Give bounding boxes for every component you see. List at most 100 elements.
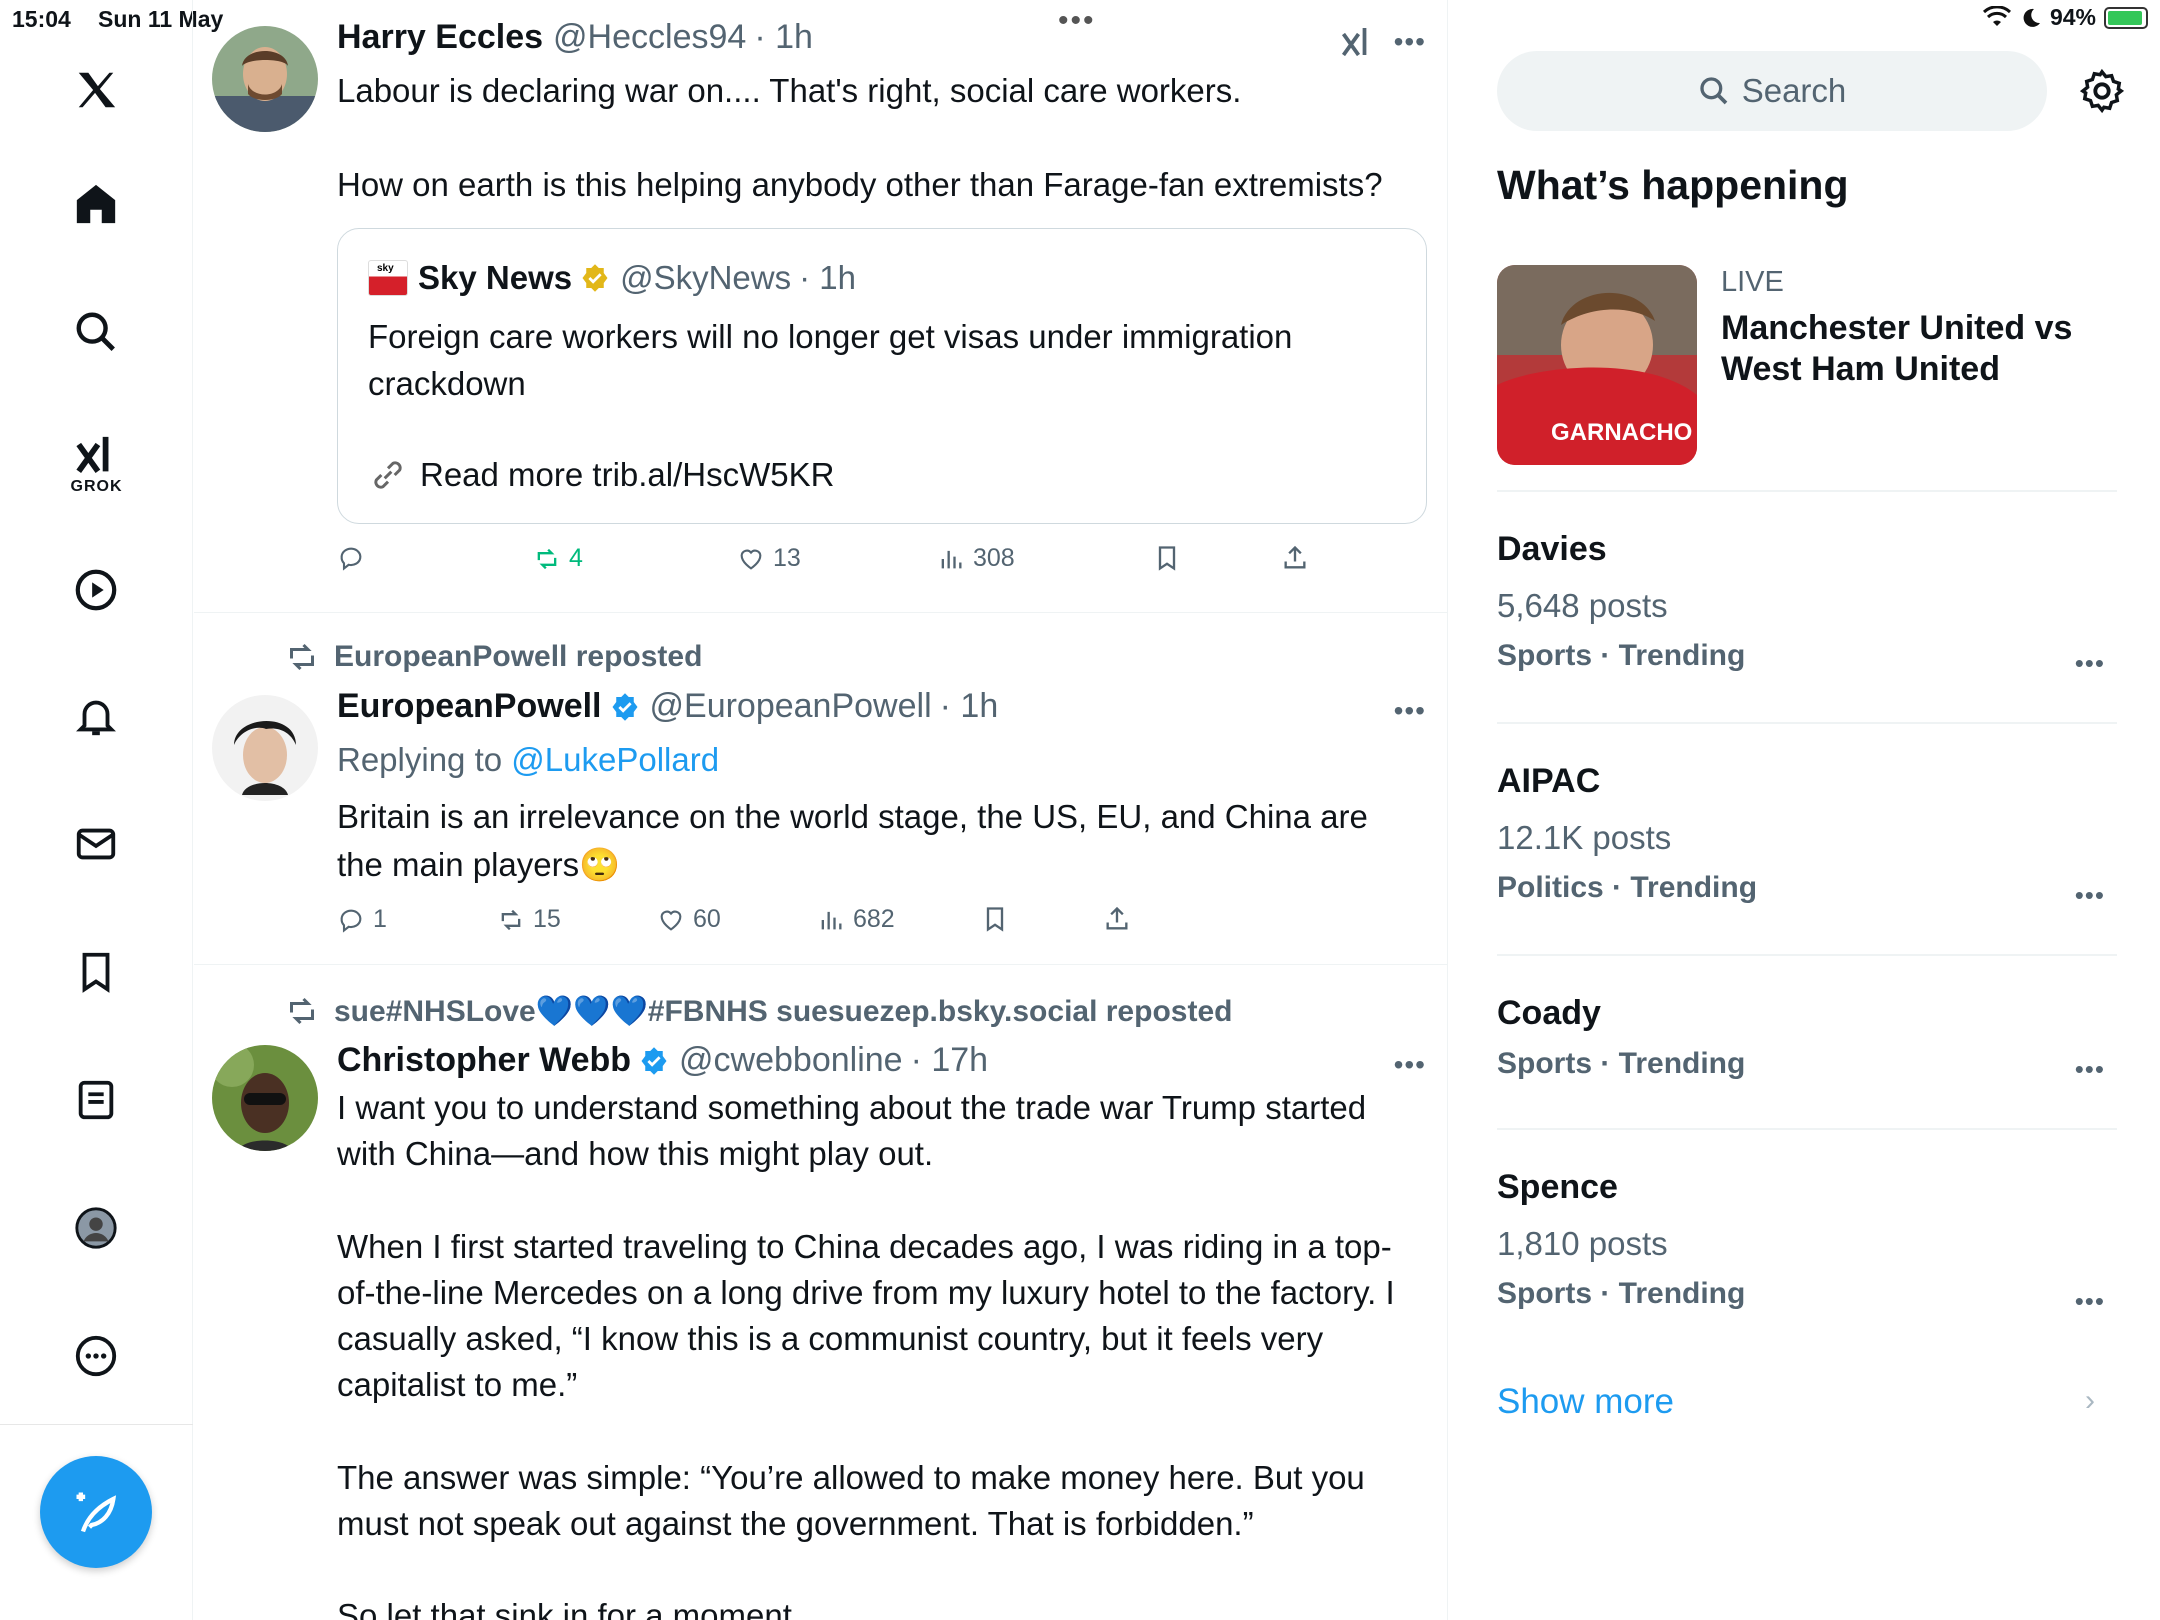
whats-happening-title: What’s happening xyxy=(1497,162,1849,208)
post-header: EuropeanPowell @EuropeanPowell · 1h xyxy=(337,687,998,726)
post-more-icon[interactable]: ••• xyxy=(1394,695,1426,727)
grok-label: GROK xyxy=(70,478,123,495)
avatar[interactable] xyxy=(212,26,318,132)
bookmark-icon xyxy=(1158,546,1176,571)
post-time[interactable]: · 1h xyxy=(940,687,999,726)
repost-icon xyxy=(537,548,557,569)
grok-explain-icon[interactable] xyxy=(1339,24,1375,62)
lists-icon[interactable] xyxy=(60,1064,132,1136)
post-text-line2: How on earth is this helping anybody oth… xyxy=(337,166,1383,203)
like-button[interactable]: 13 xyxy=(737,544,801,573)
notifications-bell-icon[interactable] xyxy=(60,680,132,752)
reply-button[interactable] xyxy=(337,544,373,572)
verified-badge-icon xyxy=(641,1046,667,1075)
more-options-icon[interactable] xyxy=(60,1320,132,1392)
repost-attribution[interactable]: sue#NHSLove💙💙💙#FBNHS suesuezep.bsky.soci… xyxy=(284,993,1232,1029)
post-more-icon[interactable]: ••• xyxy=(1394,26,1426,58)
shirt-name: GARNACHO xyxy=(1551,419,1692,446)
quoted-post-link-text: Read more trib.al/HscW5KR xyxy=(420,456,835,493)
author-name[interactable]: EuropeanPowell xyxy=(337,687,602,726)
author-handle[interactable]: @Heccles94 xyxy=(553,18,746,57)
bookmarks-icon[interactable] xyxy=(60,936,132,1008)
bookmark-button[interactable] xyxy=(981,905,1009,933)
quoted-post-text: Foreign care workers will no longer get … xyxy=(368,318,1293,402)
repost-icon xyxy=(501,909,521,930)
quoted-post-time: · 1h xyxy=(799,259,856,296)
right-sidebar: Search What’s happening GARNACHO LIVE Ma… xyxy=(1449,0,2160,1620)
post-christopher-webb[interactable]: sue#NHSLove💙💙💙#FBNHS suesuezep.bsky.soci… xyxy=(194,965,1447,1620)
share-button[interactable] xyxy=(1103,905,1131,933)
trend-more-icon[interactable]: ••• xyxy=(2075,1054,2105,1085)
repost-icon xyxy=(290,997,314,1025)
live-event-image[interactable]: GARNACHO xyxy=(1497,265,1697,465)
search-icon[interactable] xyxy=(60,296,132,368)
share-icon xyxy=(1106,906,1128,930)
repost-count: 4 xyxy=(569,544,583,572)
share-button[interactable] xyxy=(1281,544,1309,572)
heart-icon xyxy=(740,549,762,570)
replying-to-link[interactable]: @LukePollard xyxy=(511,741,719,778)
x-logo-icon[interactable] xyxy=(60,54,132,126)
nav-divider xyxy=(0,1424,193,1425)
reply-icon xyxy=(340,547,362,571)
post-actions: 1 15 60 682 xyxy=(337,905,1337,945)
author-handle[interactable]: @EuropeanPowell xyxy=(650,687,932,726)
trend-item[interactable]: Coady Sports · Trending ••• xyxy=(1497,994,2117,1084)
link-chain-icon xyxy=(374,461,402,489)
trend-item[interactable]: Davies 5,648 posts Sports · Trending ••• xyxy=(1497,530,2117,678)
search-icon xyxy=(1700,77,1728,105)
repost-button[interactable]: 15 xyxy=(497,905,561,934)
bookmark-button[interactable] xyxy=(1153,544,1181,572)
views-button[interactable]: 682 xyxy=(817,905,895,934)
video-icon[interactable] xyxy=(60,554,132,626)
quoted-post-link[interactable]: Read more trib.al/HscW5KR xyxy=(368,455,834,495)
timeline-feed: Harry Eccles @Heccles94 · 1h ••• Labour … xyxy=(194,0,1448,1620)
messages-envelope-icon[interactable] xyxy=(60,808,132,880)
live-label: LIVE xyxy=(1721,266,1784,298)
post-harry-eccles[interactable]: Harry Eccles @Heccles94 · 1h ••• Labour … xyxy=(194,0,1447,612)
share-icon xyxy=(1284,545,1306,569)
trend-more-icon[interactable]: ••• xyxy=(2075,648,2105,679)
quoted-post[interactable]: sky Sky News @SkyNews · 1h Foreign care … xyxy=(337,228,1427,524)
quoted-author-handle: @SkyNews xyxy=(620,259,792,296)
post-time[interactable]: · 17h xyxy=(911,1041,989,1080)
views-chart-icon xyxy=(821,911,842,929)
views-button[interactable]: 308 xyxy=(937,544,1015,573)
compose-feather-icon xyxy=(76,1492,117,1533)
post-europeanpowell[interactable]: EuropeanPowell reposted EuropeanPowell @… xyxy=(194,613,1447,963)
like-count: 60 xyxy=(693,905,721,933)
repost-attribution[interactable]: EuropeanPowell reposted xyxy=(284,639,702,675)
avatar[interactable] xyxy=(212,1045,318,1151)
post-more-icon[interactable]: ••• xyxy=(1394,1049,1426,1081)
trend-more-icon[interactable]: ••• xyxy=(2075,880,2105,911)
search-input[interactable]: Search xyxy=(1497,51,2047,131)
author-handle[interactable]: @cwebbonline xyxy=(679,1041,903,1080)
show-more-link[interactable]: Show more xyxy=(1497,1382,1674,1422)
trend-divider xyxy=(1497,954,2117,956)
reply-count: 1 xyxy=(373,905,387,933)
author-name[interactable]: Christopher Webb xyxy=(337,1041,631,1080)
home-icon[interactable] xyxy=(60,168,132,240)
chevron-right-icon[interactable]: › xyxy=(2085,1384,2095,1418)
avatar[interactable] xyxy=(212,695,318,801)
like-button[interactable]: 60 xyxy=(657,905,721,934)
author-name[interactable]: Harry Eccles xyxy=(337,18,543,57)
gold-verified-badge-icon xyxy=(582,264,608,292)
left-navigation: GROK xyxy=(0,0,193,1620)
trend-item[interactable]: Spence 1,810 posts Sports · Trending ••• xyxy=(1497,1168,2117,1316)
views-chart-icon xyxy=(941,550,962,568)
profile-icon[interactable] xyxy=(60,1192,132,1264)
reply-button[interactable]: 1 xyxy=(337,905,387,934)
post-text-paragraph4: So let that sink in for a moment. xyxy=(337,1597,802,1620)
post-time[interactable]: · 1h xyxy=(754,18,813,57)
trend-item[interactable]: AIPAC 12.1K posts Politics · Trending ••… xyxy=(1497,762,2117,910)
trend-more-icon[interactable]: ••• xyxy=(2075,1286,2105,1317)
like-count: 13 xyxy=(773,544,801,572)
post-text-paragraph3: The answer was simple: “You’re allowed t… xyxy=(337,1459,1365,1542)
repost-button[interactable]: 4 xyxy=(533,544,583,573)
views-count: 308 xyxy=(973,544,1015,572)
settings-gear-icon[interactable] xyxy=(2079,68,2125,114)
quoted-post-header: sky Sky News @SkyNews · 1h xyxy=(368,259,856,297)
live-event-title[interactable]: Manchester United vs West Ham United xyxy=(1721,308,2121,390)
compose-post-button[interactable] xyxy=(40,1456,152,1568)
